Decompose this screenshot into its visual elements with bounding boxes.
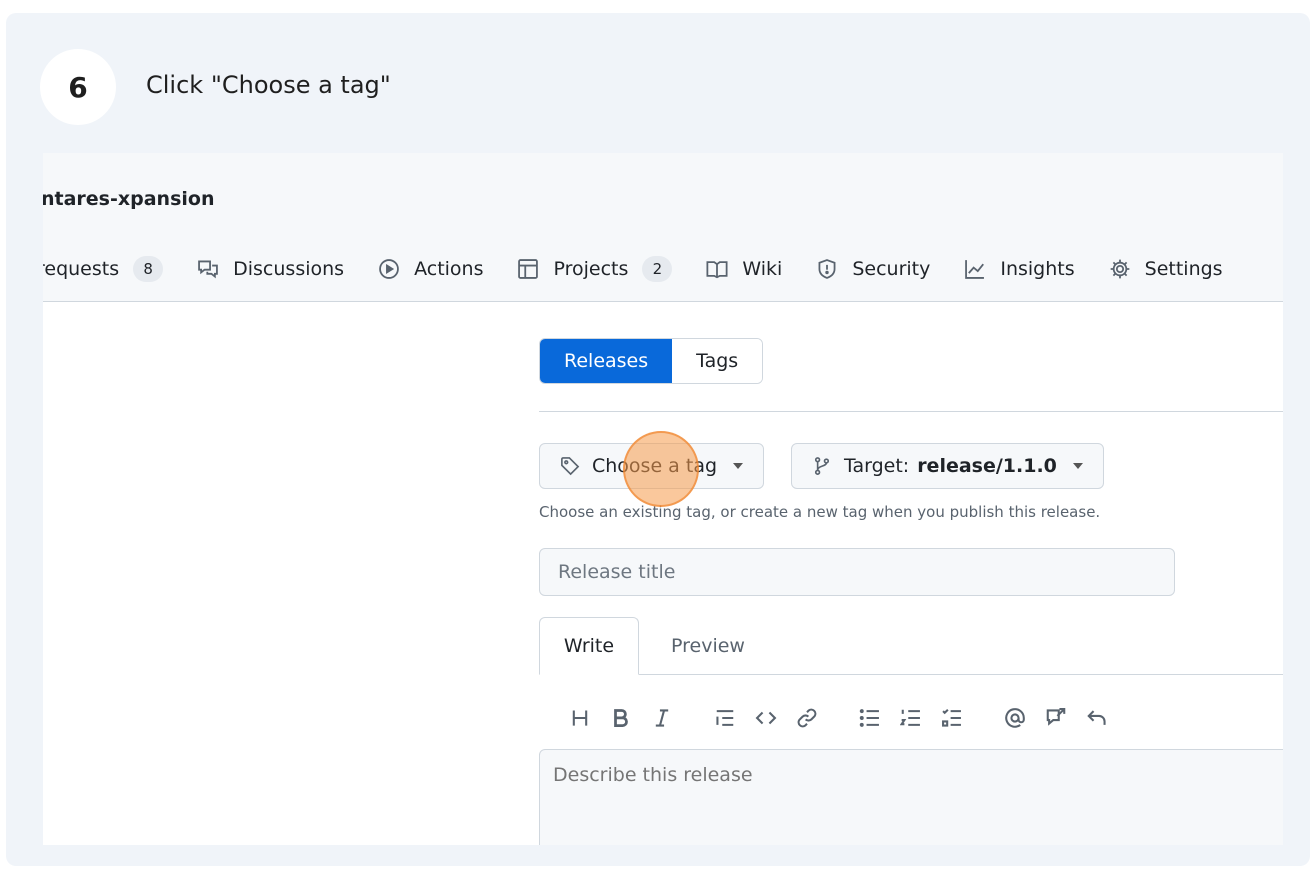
undo-icon[interactable] <box>1080 701 1114 735</box>
quote-icon[interactable] <box>708 701 742 735</box>
choose-tag-label: Choose a tag <box>592 455 718 477</box>
projects-counter: 2 <box>642 256 673 282</box>
repo-header: ntares-xpansion requests 8 Discussions A… <box>43 153 1283 302</box>
nav-item-wiki[interactable]: Wiki <box>706 258 782 280</box>
nav-item-discussions[interactable]: Discussions <box>197 258 344 280</box>
target-branch-button[interactable]: Target: release/1.1.0 <box>791 443 1104 489</box>
releases-tab-button[interactable]: Releases <box>540 339 673 383</box>
release-title-input[interactable] <box>539 548 1175 596</box>
nav-label-discussions: Discussions <box>233 258 345 280</box>
nav-item-insights[interactable]: Insights <box>964 258 1075 280</box>
nav-label-wiki: Wiki <box>742 258 783 280</box>
release-description-textarea[interactable] <box>539 749 1283 845</box>
nav-label-insights: Insights <box>1000 258 1075 280</box>
markdown-toolbar <box>563 701 1121 735</box>
play-icon <box>379 259 399 279</box>
tab-preview[interactable]: Preview <box>653 617 763 675</box>
tab-write[interactable]: Write <box>539 617 639 675</box>
heading-icon[interactable] <box>563 701 597 735</box>
target-label: Target: <box>844 455 910 477</box>
ordered-list-icon[interactable] <box>894 701 928 735</box>
tutorial-step-card: 6 Click "Choose a tag" ntares-xpansion r… <box>6 13 1310 866</box>
chevron-down-icon <box>733 463 744 469</box>
nav-label-settings: Settings <box>1144 258 1223 280</box>
unordered-list-icon[interactable] <box>853 701 887 735</box>
nav-item-settings[interactable]: Settings <box>1109 258 1223 280</box>
graph-icon <box>965 260 985 279</box>
nav-label-projects: Projects <box>553 258 629 280</box>
bold-icon[interactable] <box>604 701 638 735</box>
reference-icon[interactable] <box>1039 701 1073 735</box>
releases-tags-toggle: Releases Tags <box>539 338 764 384</box>
nav-label-actions: Actions <box>414 258 484 280</box>
editor-tabs-border <box>539 674 1283 675</box>
screenshot-frame: ntares-xpansion requests 8 Discussions A… <box>43 153 1283 845</box>
book-icon <box>706 261 728 279</box>
nav-item-actions[interactable]: Actions <box>378 258 483 280</box>
branch-icon <box>814 457 830 475</box>
link-icon[interactable] <box>790 701 824 735</box>
code-icon[interactable] <box>749 701 783 735</box>
shield-icon <box>818 259 836 279</box>
nav-label-pull-requests: requests <box>43 258 120 280</box>
pull-requests-counter: 8 <box>133 256 164 282</box>
italic-icon[interactable] <box>645 701 679 735</box>
nav-label-security: Security <box>852 258 931 280</box>
nav-item-pull-requests[interactable]: requests 8 <box>43 256 164 282</box>
step-instruction: Click "Choose a tag" <box>146 71 391 99</box>
nav-item-security[interactable]: Security <box>816 258 930 280</box>
choose-tag-button[interactable]: Choose a tag <box>539 443 765 489</box>
chevron-down-icon <box>1072 463 1083 469</box>
tag-icon <box>561 457 580 476</box>
section-divider <box>539 411 1283 412</box>
discussions-icon <box>198 260 218 279</box>
step-number-badge: 6 <box>40 49 116 125</box>
nav-item-projects[interactable]: Projects 2 <box>517 256 673 282</box>
tag-hint-text: Choose an existing tag, or create a new … <box>539 503 1101 521</box>
table-icon <box>518 259 539 279</box>
mention-icon[interactable] <box>998 701 1032 735</box>
task-list-icon[interactable] <box>935 701 969 735</box>
tags-tab-button[interactable]: Tags <box>672 339 763 383</box>
repo-name[interactable]: ntares-xpansion <box>43 188 215 210</box>
repo-nav: requests 8 Discussions Actions Projects … <box>43 253 1257 285</box>
gear-icon <box>1110 259 1129 279</box>
target-value: release/1.1.0 <box>917 455 1057 477</box>
